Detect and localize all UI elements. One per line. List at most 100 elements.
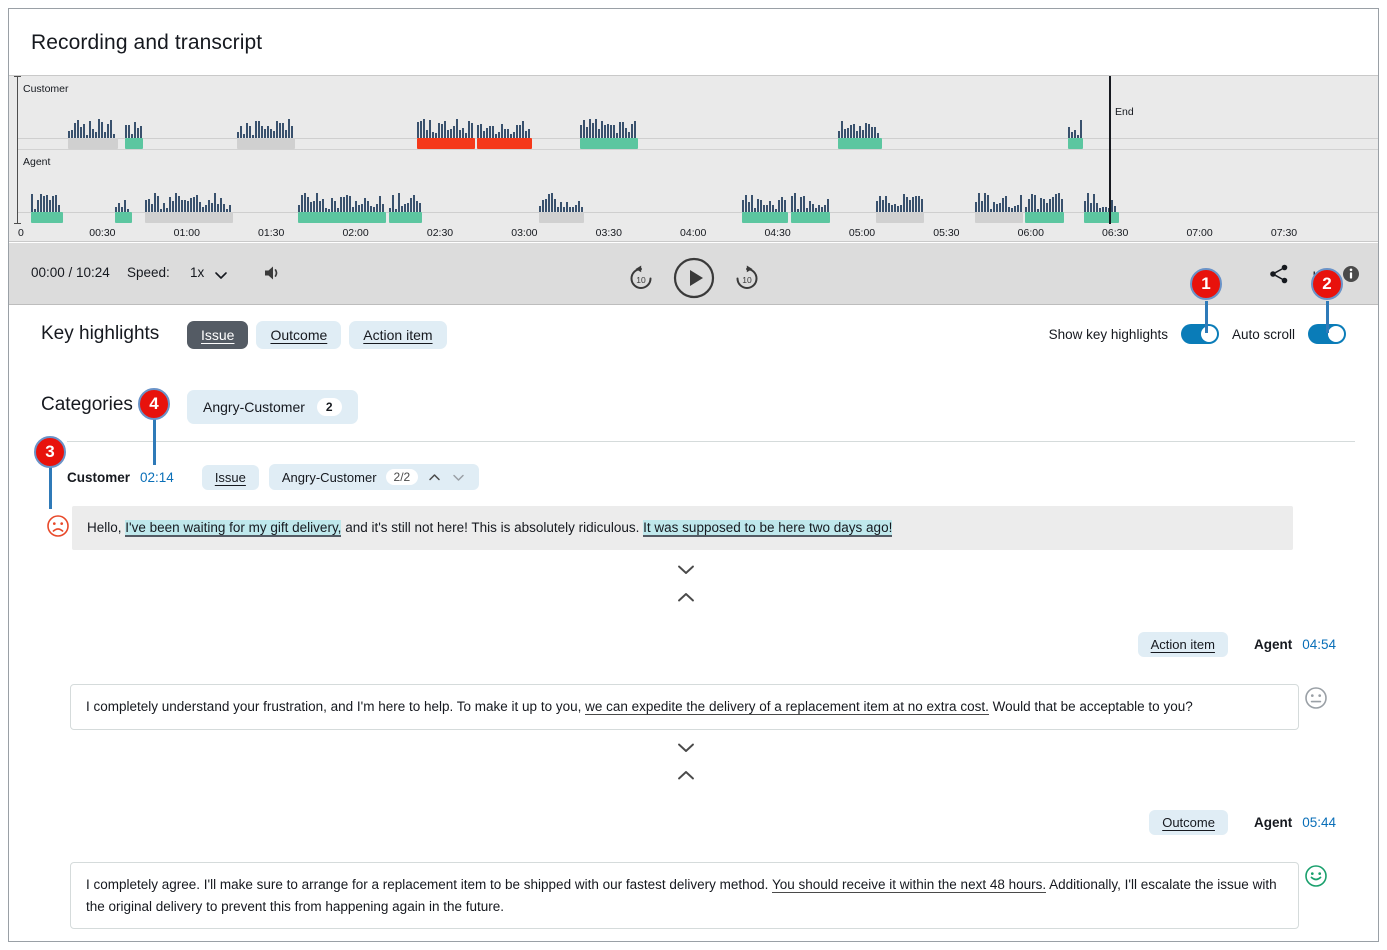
playhead-end-label: End	[1115, 106, 1134, 118]
waveform-bar	[346, 195, 348, 212]
waveform-bar	[169, 197, 171, 212]
annotation-badge-1: 1	[1190, 268, 1222, 300]
play-button[interactable]	[672, 256, 716, 305]
key-highlight-tab-action-item[interactable]: Action item	[349, 321, 446, 349]
waveform-bar	[492, 126, 494, 138]
waveform-bar	[891, 205, 893, 212]
waveform-segment-neutral[interactable]	[145, 212, 233, 223]
waveform-bar	[80, 127, 82, 138]
waveform-segment-positive[interactable]	[1084, 212, 1119, 223]
tab-label: Action item	[363, 327, 432, 343]
waveform-bar	[187, 201, 189, 212]
waveform-bar	[1014, 206, 1016, 212]
expand-down-button[interactable]	[673, 561, 699, 577]
expand-down-button[interactable]	[673, 739, 699, 755]
waveform-bar	[784, 200, 786, 212]
speaker-label: Agent	[1254, 815, 1292, 830]
waveform-segment-positive[interactable]	[580, 138, 638, 149]
waveform-bar	[255, 121, 257, 138]
waveform-segment-positive[interactable]	[1025, 212, 1064, 223]
waveform-bar	[975, 202, 977, 212]
tag-category-angry-customer[interactable]: Angry-Customer 2/2	[269, 464, 479, 490]
waveform-bar	[897, 206, 899, 212]
waveform-bar	[95, 132, 97, 138]
waveform-segment-positive[interactable]	[389, 212, 422, 223]
transcript-message-body: I completely understand your frustration…	[70, 684, 1299, 730]
waveform-bar	[282, 123, 284, 138]
waveform-segment-positive[interactable]	[1068, 138, 1083, 149]
category-chip-angry-customer[interactable]: Angry-Customer 2	[187, 390, 358, 424]
waveform-segment-positive[interactable]	[125, 138, 143, 149]
chevron-down-icon[interactable]	[451, 471, 466, 484]
waveform-bar	[361, 204, 363, 212]
waveform-bar	[838, 131, 840, 138]
waveform-segment-positive[interactable]	[298, 212, 386, 223]
tag-issue[interactable]: Issue	[202, 465, 259, 490]
waveform-bar	[480, 124, 482, 138]
message-timestamp[interactable]: 04:54	[1302, 637, 1336, 652]
collapse-up-button[interactable]	[673, 589, 699, 605]
chevron-down-icon[interactable]	[212, 267, 230, 283]
message-text: Would that be acceptable to you?	[989, 699, 1193, 714]
tag-action-item[interactable]: Action item	[1138, 632, 1228, 657]
waveform-bar	[71, 130, 73, 138]
waveform-segment-neutral[interactable]	[975, 212, 1023, 223]
waveform-bar	[545, 199, 547, 212]
waveform-tick-label: 06:30	[1102, 227, 1128, 239]
waveform-segment-neutral[interactable]	[237, 138, 295, 149]
forward-10-button[interactable]: 10	[732, 263, 762, 298]
waveform-segment-negative[interactable]	[477, 138, 532, 149]
waveform-playhead[interactable]	[1109, 76, 1111, 224]
waveform-bar	[49, 200, 51, 212]
tag-outcome[interactable]: Outcome	[1149, 810, 1228, 835]
waveform-bar	[874, 127, 876, 138]
waveform-bar	[83, 124, 85, 138]
waveform-bar	[1114, 206, 1116, 212]
waveform-segment-positive[interactable]	[838, 138, 882, 149]
volume-icon[interactable]	[262, 263, 284, 288]
sentiment-icon	[46, 514, 70, 543]
show-key-highlights-toggle[interactable]	[1181, 324, 1219, 344]
waveform-bar	[379, 196, 381, 212]
waveform-bar	[128, 125, 130, 138]
waveform-bar	[915, 196, 917, 212]
waveform-bar	[358, 205, 360, 212]
waveform-segment-neutral[interactable]	[876, 212, 924, 223]
waveform-bar	[55, 195, 57, 212]
waveform-bar	[77, 120, 79, 138]
waveform-bar	[118, 203, 120, 212]
waveform-segment-positive[interactable]	[31, 212, 63, 223]
waveform-bar	[507, 129, 509, 138]
collapse-up-button[interactable]	[673, 767, 699, 783]
waveform-segment-negative[interactable]	[417, 138, 475, 149]
waveform-segment-positive[interactable]	[791, 212, 830, 223]
waveform-bar	[841, 121, 843, 138]
key-highlight-tab-outcome[interactable]: Outcome	[256, 321, 341, 349]
waveform-bar	[1058, 193, 1060, 212]
waveform-bar	[419, 203, 421, 212]
key-highlight-tab-issue[interactable]: Issue	[187, 321, 248, 349]
rewind-10-button[interactable]: 10	[626, 263, 656, 298]
waveform-bar	[812, 204, 814, 212]
waveform-bar	[267, 126, 269, 138]
waveform-bar	[416, 201, 418, 212]
waveform-bar	[319, 201, 321, 212]
speaker-label: Agent	[1254, 637, 1292, 652]
waveform-bar	[628, 132, 630, 138]
speed-value[interactable]: 1x	[190, 265, 204, 280]
chevron-up-icon[interactable]	[427, 471, 442, 484]
waveform-segment-positive[interactable]	[115, 212, 132, 223]
waveform-region[interactable]: Customer Agent End 000:3001:0001:3002:00…	[9, 75, 1378, 242]
waveform-segment-neutral[interactable]	[68, 138, 118, 149]
share-icon[interactable]	[1268, 263, 1290, 290]
info-icon[interactable]	[1342, 265, 1360, 288]
waveform-bar	[850, 125, 852, 138]
waveform-bar	[193, 197, 195, 212]
message-timestamp[interactable]: 02:14	[140, 470, 174, 485]
waveform-bar	[288, 119, 290, 138]
waveform-segment-neutral[interactable]	[539, 212, 584, 223]
message-timestamp[interactable]: 05:44	[1302, 815, 1336, 830]
tag-label: Action item	[1151, 637, 1215, 652]
waveform-segment-positive[interactable]	[742, 212, 788, 223]
waveform-bar	[181, 200, 183, 212]
